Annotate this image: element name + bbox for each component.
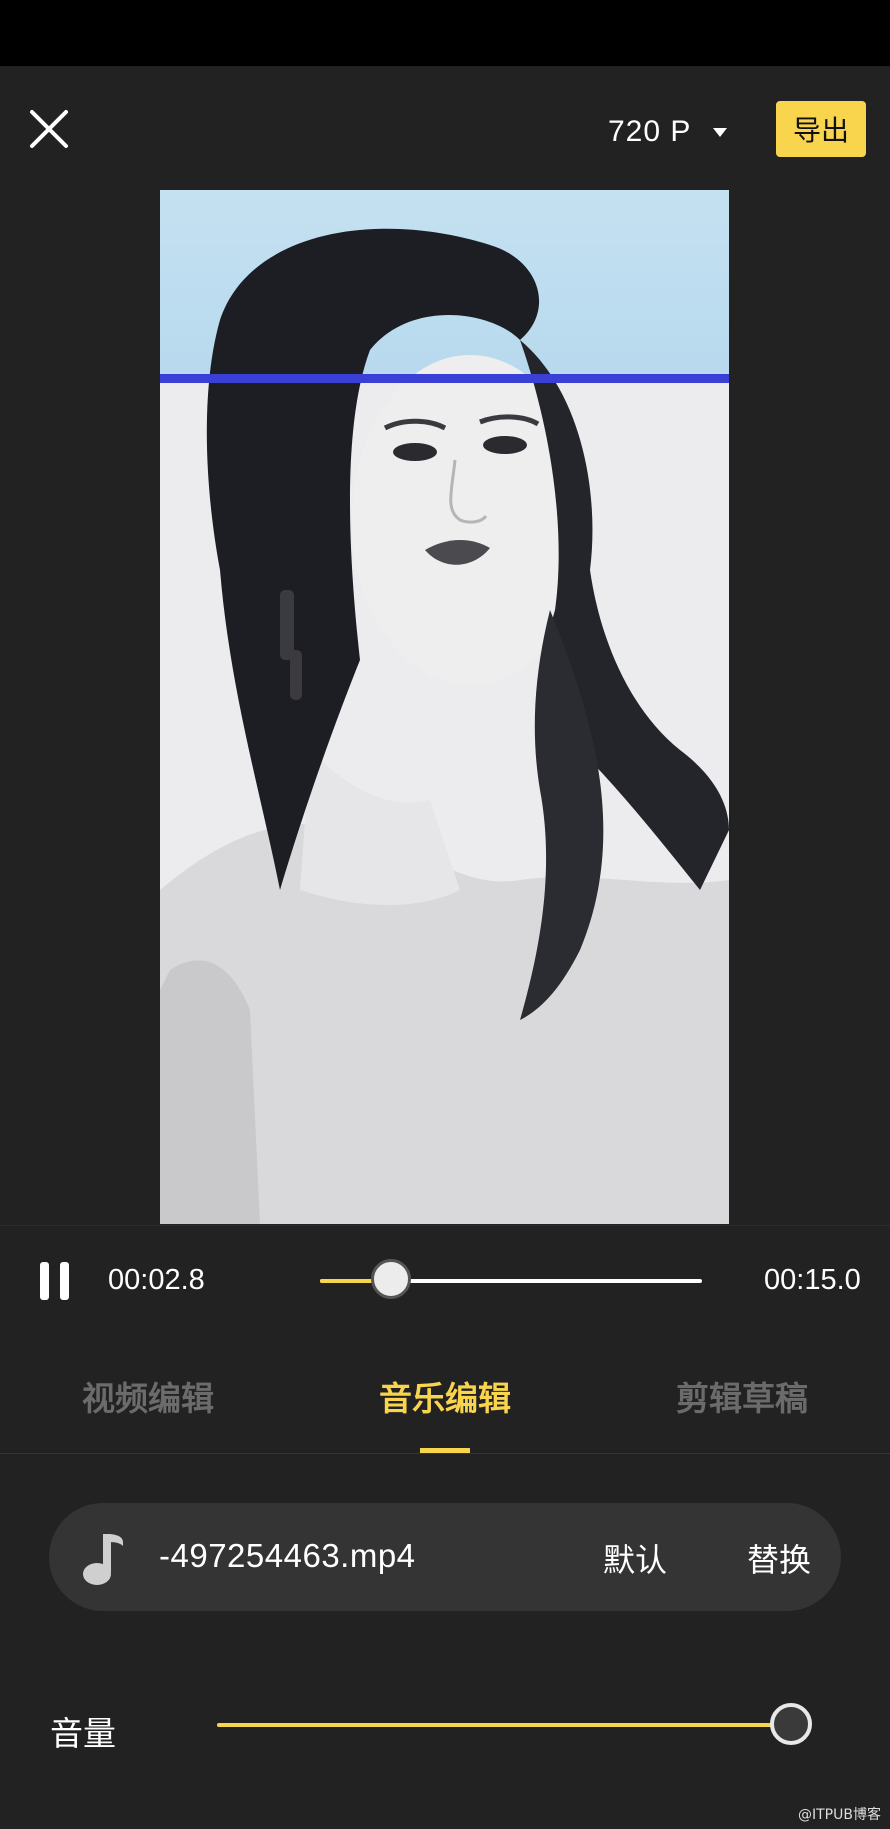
music-track-card: -497254463.mp4 默认 替换 bbox=[49, 1503, 841, 1611]
volume-thumb[interactable] bbox=[770, 1703, 812, 1745]
chevron-down-icon bbox=[713, 127, 728, 137]
watermark: @ITPUB博客 bbox=[798, 1807, 881, 1823]
replace-button[interactable]: 替换 bbox=[747, 1535, 811, 1581]
progress-thumb[interactable] bbox=[371, 1259, 412, 1299]
tab-video-edit[interactable]: 视频编辑 bbox=[48, 1372, 248, 1420]
pause-button[interactable] bbox=[40, 1262, 70, 1300]
preview-guide-line bbox=[160, 374, 729, 383]
playback-bar: 00:02.8 00:15.0 bbox=[0, 1226, 890, 1338]
volume-slider[interactable] bbox=[217, 1703, 812, 1745]
preview-portrait-image bbox=[160, 228, 729, 1224]
total-time: 00:15.0 bbox=[764, 1264, 861, 1296]
music-note-icon bbox=[83, 1534, 123, 1585]
tab-music-edit[interactable]: 音乐编辑 bbox=[345, 1372, 545, 1420]
status-bar bbox=[0, 0, 890, 66]
current-time: 00:02.8 bbox=[108, 1264, 205, 1296]
close-icon bbox=[30, 110, 68, 148]
resolution-select[interactable]: 720 P bbox=[608, 112, 728, 152]
music-file-name: -497254463.mp4 bbox=[159, 1537, 416, 1574]
resolution-label: 720 P bbox=[608, 115, 692, 148]
divider bbox=[0, 1453, 890, 1454]
close-button[interactable] bbox=[26, 106, 72, 152]
top-bar: 720 P 导出 bbox=[0, 66, 890, 190]
tab-edit-drafts[interactable]: 剪辑草稿 bbox=[642, 1372, 842, 1420]
video-preview[interactable] bbox=[160, 190, 729, 1224]
volume-fill bbox=[217, 1723, 791, 1727]
pause-icon-bar bbox=[60, 1262, 69, 1300]
export-button[interactable]: 导出 bbox=[776, 101, 866, 157]
volume-label: 音量 bbox=[50, 1714, 116, 1753]
default-button[interactable]: 默认 bbox=[603, 1535, 667, 1581]
editor-tabs: 视频编辑 音乐编辑 剪辑草稿 bbox=[0, 1338, 890, 1453]
playback-progress-slider[interactable] bbox=[320, 1259, 702, 1299]
pause-icon bbox=[40, 1262, 49, 1300]
